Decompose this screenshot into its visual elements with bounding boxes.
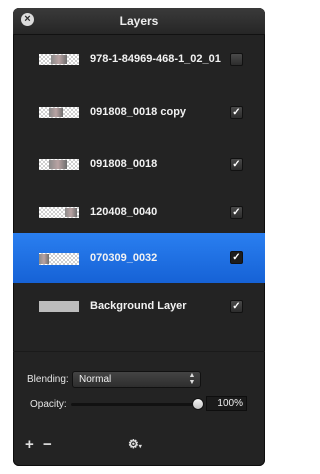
chevron-down-icon: ▾ — [138, 444, 142, 450]
layer-thumbnail — [39, 301, 79, 312]
layer-row[interactable]: 091808_0018 copy ✓ — [13, 88, 265, 138]
gear-icon[interactable]: ⚙▾ — [128, 437, 142, 451]
visibility-checkbox[interactable]: ✓ — [230, 158, 243, 171]
opacity-label: Opacity: — [30, 399, 67, 410]
layer-thumbnail — [39, 253, 79, 265]
layer-name: 091808_0018 copy — [90, 106, 187, 118]
visibility-checkbox[interactable] — [230, 53, 243, 66]
layer-row[interactable]: Background Layer ✓ — [13, 282, 265, 332]
layer-thumbnail — [39, 54, 79, 65]
layer-row[interactable]: 978-1-84969-468-1_02_01 — [13, 35, 265, 85]
blending-label: Blending: — [27, 374, 69, 385]
updown-arrows-icon: ▲ ▼ — [188, 372, 196, 386]
layer-options: Blending: Normal ▲ ▼ Opacity: 100% + − ⚙▾ — [13, 351, 265, 466]
layer-thumbnail — [39, 207, 79, 218]
layer-name: 070309_0032 — [90, 252, 158, 264]
layer-thumbnail — [39, 107, 79, 118]
opacity-slider-knob[interactable] — [192, 398, 204, 410]
blending-value: Normal — [79, 374, 112, 385]
layer-thumbnail — [39, 159, 79, 170]
visibility-checkbox[interactable]: ✓ — [230, 106, 243, 119]
layer-name: 091808_0018 — [90, 158, 158, 170]
layer-row[interactable]: 091808_0018 ✓ — [13, 140, 265, 190]
blending-select[interactable]: Normal ▲ ▼ — [72, 371, 201, 388]
layer-name: Background Layer — [90, 300, 187, 312]
visibility-checkbox[interactable]: ✓ — [230, 300, 243, 313]
visibility-checkbox[interactable]: ✓ — [230, 251, 243, 264]
add-layer-button[interactable]: + — [25, 436, 34, 453]
layer-list: 978-1-84969-468-1_02_01 091808_0018 copy… — [13, 35, 265, 351]
panel-title: Layers — [119, 14, 159, 28]
title-bar[interactable]: × Layers — [13, 8, 265, 35]
opacity-field[interactable]: 100% — [206, 396, 247, 411]
opacity-slider-track[interactable] — [71, 403, 201, 406]
layer-name: 978-1-84969-468-1_02_01 — [90, 53, 221, 65]
layer-row[interactable]: 120408_0040 ✓ — [13, 188, 265, 238]
remove-layer-button[interactable]: − — [43, 436, 52, 453]
visibility-checkbox[interactable]: ✓ — [230, 206, 243, 219]
layer-name: 120408_0040 — [90, 206, 158, 218]
layer-row-selected[interactable]: 070309_0032 ✓ — [13, 233, 265, 283]
layers-panel: × Layers 978-1-84969-468-1_02_01 091808_… — [13, 8, 265, 466]
gear-glyph: ⚙ — [128, 437, 139, 451]
